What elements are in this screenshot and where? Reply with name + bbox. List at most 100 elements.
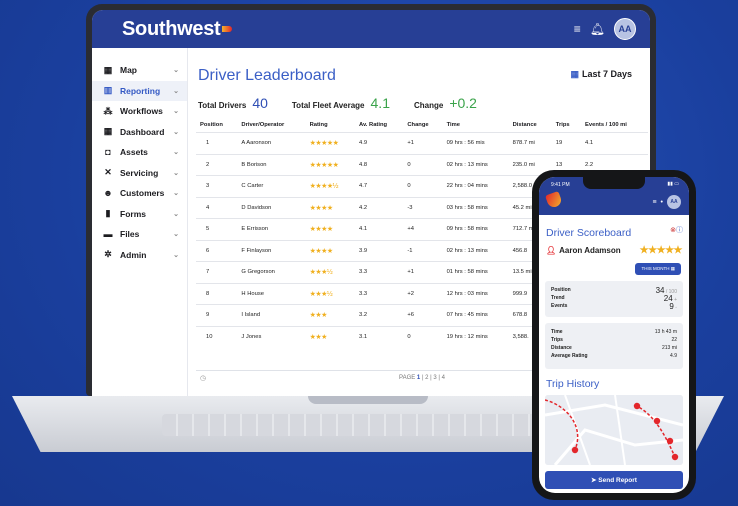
sidebar-item-label: Forms — [120, 208, 146, 219]
info-icons[interactable]: ⊗ⓘ — [670, 225, 683, 235]
sidebar-item-admin[interactable]: ✲ Admin ⌄ — [92, 245, 187, 266]
table-cell: +6 — [403, 304, 443, 326]
table-cell: 3 — [196, 175, 238, 197]
table-cell: G Gregorson — [237, 261, 306, 283]
stat-row: Time 13 h 43 m — [551, 328, 677, 336]
rating-stars: ★★★★ — [305, 239, 356, 262]
sidebar-item-reporting[interactable]: ▥ Reporting ⌄ — [92, 80, 187, 101]
summary-stats: Total Drivers 40 Total Fleet Average 4.1 C… — [198, 95, 501, 111]
table-cell: 09 hrs : 56 mis — [442, 132, 509, 154]
sidebar-item-customers[interactable]: ☻ Customers ⌄ — [92, 183, 187, 204]
stat-value: 213 mi — [661, 345, 677, 351]
table-cell: 3.9 — [355, 239, 404, 262]
rating-stars: ★★★★ — [305, 218, 356, 240]
avatar[interactable]: AA — [667, 195, 681, 209]
table-cell: 1 — [196, 132, 238, 154]
table-cell: +4 — [403, 218, 443, 240]
table-cell: 0 — [403, 325, 443, 348]
sidebar-item-label: Map — [120, 65, 137, 76]
change-value: +0.2 — [449, 95, 477, 111]
column-header[interactable]: Rating — [306, 118, 355, 133]
sidebar-item-servicing[interactable]: ✕ Servicing ⌄ — [92, 163, 187, 184]
clipboard-icon: ▮ — [105, 208, 111, 219]
chevron-down-icon: ⌄ — [173, 231, 179, 239]
table-cell: 878.7 mi — [508, 132, 552, 154]
sidebar-item-map[interactable]: ▦ Map ⌄ — [92, 60, 187, 81]
table-cell: 4 — [196, 196, 238, 219]
column-header[interactable]: Driver/Operator — [237, 118, 305, 133]
table-cell: 02 hrs : 13 mins — [442, 239, 509, 262]
page-links[interactable]: | 2 | 3 | 4 — [422, 375, 445, 381]
stat-label: Trend — [551, 295, 565, 301]
wrench-icon: ✕ — [104, 167, 112, 178]
this-month-button[interactable]: THIS MONTH ▦ — [635, 263, 681, 275]
phone-notch — [583, 177, 645, 189]
table-cell: E Errisson — [237, 218, 306, 240]
signal-icon: ▮▮ ▭ — [667, 181, 679, 187]
trip-map[interactable] — [545, 395, 683, 465]
page-label: PAGE — [399, 374, 416, 381]
chevron-down-icon: ⌄ — [173, 210, 179, 218]
change-label: Change — [413, 101, 444, 110]
clock-icon: ◷ — [200, 374, 207, 382]
calendar-icon: ▦ — [570, 69, 579, 79]
column-header[interactable]: Trips — [552, 118, 581, 133]
menu-icon[interactable]: ≡ — [652, 199, 656, 206]
total-drivers-value: 40 — [252, 95, 268, 111]
column-header[interactable]: Distance — [509, 118, 552, 133]
rating-stars: ★★★½ — [305, 261, 356, 283]
sidebar-item-files[interactable]: ▬ Files ⌄ — [92, 224, 187, 245]
brand-logo[interactable]: Southwest — [122, 18, 233, 41]
sidebar-item-assets[interactable]: ◘ Assets ⌄ — [92, 142, 187, 163]
table-cell: 4.7 — [355, 175, 404, 197]
heart-logo-icon — [222, 26, 233, 33]
fleet-average-value: 4.1 — [370, 95, 390, 111]
heart-logo-icon[interactable] — [545, 191, 563, 209]
chevron-down-icon: ⌄ — [173, 190, 179, 198]
rating-stars: ★★★★ — [305, 196, 356, 219]
table-cell: +1 — [403, 132, 443, 154]
bell-icon[interactable]: • — [661, 199, 663, 206]
page-current[interactable]: 1 — [417, 375, 420, 381]
bell-icon[interactable]: 🔔︎ — [590, 22, 605, 36]
stat-value: 22 — [671, 337, 677, 343]
avatar[interactable]: AA — [614, 18, 636, 40]
column-header[interactable]: Av. Rating — [355, 118, 403, 133]
sidebar-item-workflows[interactable]: ⁂ Workflows ⌄ — [92, 101, 187, 122]
column-header[interactable]: Time — [443, 118, 509, 133]
table-cell: 4.9 — [355, 132, 404, 154]
sidebar-item-forms[interactable]: ▮ Forms ⌄ — [92, 204, 187, 225]
stat-row: Position 34 / 100 — [551, 286, 677, 295]
table-cell: 8 — [196, 282, 238, 305]
sidebar-item-dashboard[interactable]: ▦ Dashboard ⌄ — [92, 122, 187, 143]
table-cell: -1 — [403, 239, 443, 262]
bar-chart-icon: ▥ — [103, 85, 113, 96]
column-header[interactable]: Change — [403, 118, 442, 133]
menu-icon[interactable]: ≡ — [574, 22, 581, 36]
table-cell: I Island — [237, 304, 306, 326]
stat-value: 9 — [669, 301, 674, 311]
table-cell: 0 — [403, 153, 443, 176]
table-cell: 6 — [196, 239, 238, 262]
column-header[interactable]: Position — [196, 118, 237, 133]
rating-stars: ★★★★★ — [305, 132, 356, 154]
stat-value: 4.9 — [670, 353, 677, 359]
sidebar-item-label: Dashboard — [120, 126, 165, 137]
table-row[interactable]: 1A Aaronson ★★★★★ 4.9 +1 09 hrs : 56 mis 878.… — [196, 132, 648, 154]
date-range-button[interactable]: ▦ Last 7 Days — [570, 69, 632, 80]
column-header[interactable]: Events / 100 mi — [581, 118, 648, 133]
scoreboard-title: Driver Scoreboard — [546, 227, 632, 239]
stat-label: Events — [551, 303, 568, 309]
stat-value: 13 h 43 m — [654, 329, 677, 335]
table-cell: 10 — [196, 325, 238, 348]
users-icon: ☻ — [103, 188, 113, 199]
total-drivers-label: Total Drivers — [198, 101, 247, 110]
phone-screen: 9:41 PM ▮▮ ▭ ≡ • AA Driver Scoreboard ⊗ⓘ… — [539, 177, 689, 493]
table-cell: 3.3 — [355, 261, 404, 283]
status-time: 9:41 PM — [551, 182, 570, 188]
rating-stars: ★★★★★ — [639, 245, 683, 256]
driver-row: 👤︎ Aaron Adamson ★★★★★ — [546, 245, 683, 256]
send-report-button[interactable]: ➤ Send Report — [545, 471, 683, 489]
table-cell: 3.1 — [355, 325, 404, 348]
rating-stars: ★★★ — [305, 325, 356, 348]
